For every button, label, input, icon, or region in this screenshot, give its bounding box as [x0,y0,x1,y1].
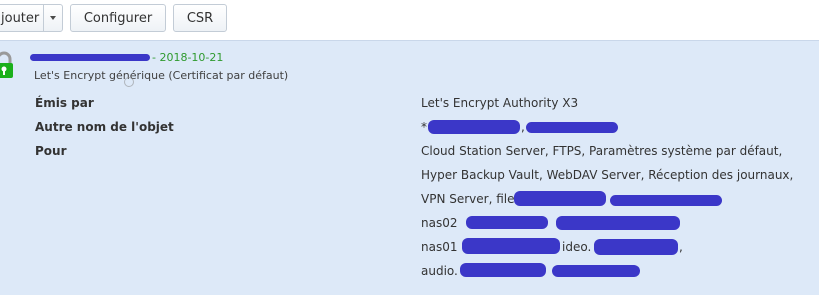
alt-name-star: * [421,120,427,134]
csr-button-label: CSR [186,10,214,26]
add-button-label: jouter [1,10,40,26]
for-redaction-5b [594,239,678,255]
for-redaction-6a [460,263,546,277]
for-redaction-4a [466,216,548,229]
add-button[interactable]: jouter [0,4,44,32]
expiry-date: - 2018-10-21 [152,51,224,64]
certificate-row[interactable]: - 2018-10-21 Let's Encrypt générique (Ce… [0,40,819,295]
for-value-line-6: audio. [421,264,458,278]
for-value-line-3: VPN Server, file [421,192,515,206]
for-redaction-3b [610,195,722,206]
for-value-line-1: Cloud Station Server, FTPS, Paramètres s… [421,144,783,158]
for-value-line-5-fragment: ideo. [562,240,592,254]
issued-by-label: Émis par [35,96,94,110]
chevron-down-icon [50,16,56,20]
for-redaction-3a [514,191,606,206]
alt-name-redaction-1 [428,120,520,134]
for-value-line-5-comma: , [679,240,683,254]
for-value-line-5: nas01 [421,240,458,254]
csr-button[interactable]: CSR [173,4,227,32]
configure-button-label: Configurer [83,10,153,26]
add-dropdown-button[interactable] [43,4,63,32]
certificate-name-redaction [30,54,150,61]
alt-name-value: * [421,120,427,134]
alt-name-label: Autre nom de l'objet [35,120,174,134]
mouse-cursor-ring [124,77,134,87]
for-redaction-6b [552,265,640,277]
configure-button[interactable]: Configurer [70,4,166,32]
for-redaction-4b [556,216,680,230]
for-value-line-4: nas02 [421,216,458,230]
toolbar: jouter Configurer CSR [0,0,819,40]
certificate-description: Let's Encrypt générique (Certificat par … [34,69,289,82]
alt-name-separator: , [521,120,525,134]
issued-by-value: Let's Encrypt Authority X3 [421,96,579,110]
for-value-line-2: Hyper Backup Vault, WebDAV Server, Récep… [421,168,794,182]
for-label: Pour [35,144,67,158]
alt-name-redaction-2 [526,122,618,133]
lock-icon [0,51,13,78]
for-redaction-5a [462,238,560,254]
